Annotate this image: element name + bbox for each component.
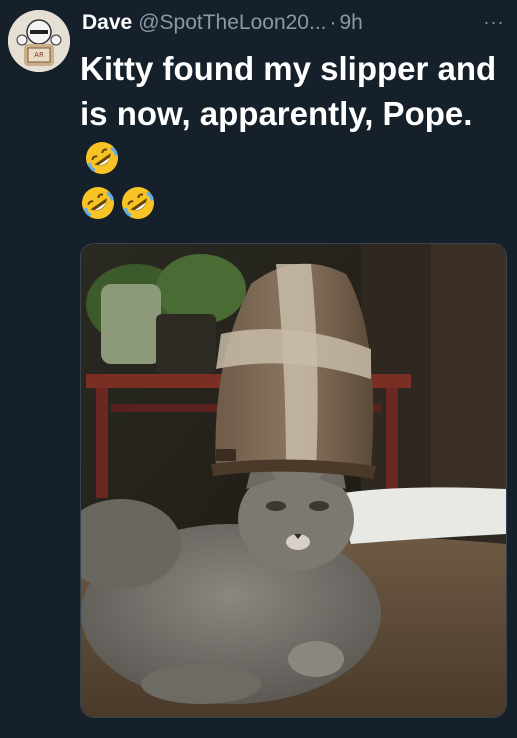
tweet-header: Dave @SpotTheLoon20... · 9h xyxy=(82,8,512,38)
separator-dot: · xyxy=(329,11,337,34)
avatar[interactable]: AR xyxy=(8,10,70,72)
timestamp[interactable]: 9h xyxy=(340,11,363,35)
display-name[interactable]: Dave xyxy=(82,11,132,35)
tweet-text: Kitty found my slipper and is now, appar… xyxy=(80,46,510,226)
tweet-photo[interactable] xyxy=(80,243,507,718)
svg-text:AR: AR xyxy=(34,51,44,59)
user-handle[interactable]: @SpotTheLoon20... xyxy=(138,11,326,35)
tweet-text-body: Kitty found my slipper and is now, appar… xyxy=(80,50,497,132)
photo-cat-with-slipper xyxy=(81,244,506,717)
tweet: AR Dave @SpotTheLoon20... · 9h ··· Kitty… xyxy=(0,0,517,738)
more-options-icon[interactable]: ··· xyxy=(479,10,509,34)
rolling-laughing-emoji-icon xyxy=(122,187,154,219)
rolling-laughing-emoji-icon xyxy=(86,142,118,174)
rolling-laughing-emoji-icon xyxy=(82,187,114,219)
avatar-image: AR xyxy=(8,10,70,72)
